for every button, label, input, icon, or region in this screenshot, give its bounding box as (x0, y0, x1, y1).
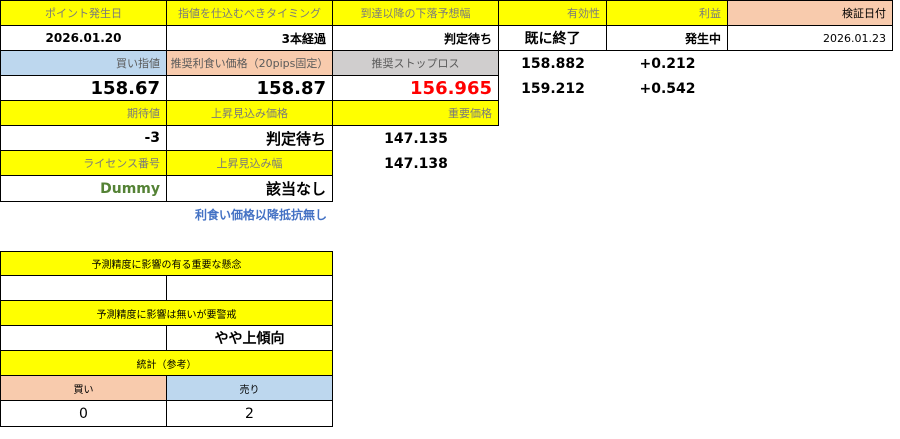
stop-loss-cell[interactable]: 156.965 (333, 76, 499, 101)
diff-a-1-cell[interactable]: +0.212 (607, 51, 728, 76)
upside-range-cell[interactable]: 該当なし (167, 176, 333, 202)
price-a-1: 158.882 (521, 55, 585, 72)
point-date-cell[interactable]: 2026.01.20 (0, 26, 167, 51)
take-profit-label: 推奨利食い価格（20pips固定） (170, 57, 329, 70)
concern-header[interactable]: 予測精度に影響の有る重要な懸念 (0, 251, 333, 276)
diff-a-2-cell[interactable]: +0.542 (607, 76, 728, 101)
header-timing-label: 指値を仕込むべきタイミング (178, 7, 321, 20)
upside-price-cell[interactable]: 判定待ち (167, 126, 333, 151)
stop-loss-label-cell[interactable]: 推奨ストップロス (333, 51, 499, 76)
upside-range-label: 上昇見込み幅 (216, 157, 283, 170)
header-validity-label: 有効性 (567, 7, 600, 20)
take-profit-value: 158.87 (256, 77, 326, 99)
header-drop-forecast-label: 到達以降の下落予想幅 (360, 7, 471, 20)
stop-loss-label: 推奨ストップロス (371, 57, 460, 70)
header-drop-forecast[interactable]: 到達以降の下落予想幅 (333, 0, 499, 26)
header-profit-label: 利益 (699, 7, 721, 20)
key-price-1: 147.135 (384, 130, 448, 147)
header-point-date[interactable]: ポイント発生日 (0, 0, 167, 26)
diff-a-2: +0.542 (639, 80, 696, 97)
caution-header[interactable]: 予測精度に影響は無いが要警戒 (0, 301, 333, 326)
header-point-date-label: ポイント発生日 (45, 7, 122, 20)
expected-value-label: 期待値 (127, 107, 160, 120)
concern-cell-right[interactable] (167, 276, 333, 301)
buy-limit-cell[interactable]: 158.67 (0, 76, 167, 101)
upside-range-value: 該当なし (265, 180, 326, 198)
license-cell[interactable]: Dummy (0, 176, 167, 202)
point-date-value: 2026.01.20 (45, 31, 122, 45)
stats-buy-count-cell[interactable]: 0 (0, 401, 167, 427)
validity-value: 既に終了 (524, 31, 581, 47)
upside-price-value: 判定待ち (265, 129, 326, 148)
resistance-note-text: 利食い価格以降抵抗無し (194, 208, 327, 222)
stop-loss-value: 156.965 (410, 77, 492, 99)
expected-value-cell[interactable]: -3 (0, 126, 167, 151)
license-value: Dummy (100, 180, 160, 197)
stats-buy-count: 0 (79, 405, 88, 422)
key-price-1-cell[interactable]: 147.135 (333, 126, 499, 151)
buy-limit-label: 買い指値 (116, 57, 160, 70)
header-timing[interactable]: 指値を仕込むべきタイミング (167, 0, 333, 26)
expected-value: -3 (144, 130, 160, 146)
stats-sell-label-cell[interactable]: 売り (167, 376, 333, 401)
validity-cell[interactable]: 既に終了 (499, 26, 607, 51)
verify-date-value: 2026.01.23 (823, 31, 886, 45)
resistance-note: 利食い価格以降抵抗無し (167, 202, 333, 227)
stats-buy-label: 買い (73, 384, 94, 396)
license-label-cell[interactable]: ライセンス番号 (0, 151, 167, 176)
key-price-2: 147.138 (384, 155, 448, 172)
diff-a-1: +0.212 (639, 55, 696, 72)
caution-value: やや上傾向 (214, 331, 285, 347)
price-a-2-cell[interactable]: 159.212 (499, 76, 607, 101)
key-price-label: 重要価格 (448, 107, 492, 120)
key-price-2-cell[interactable]: 147.138 (333, 151, 499, 176)
stats-sell-count-cell[interactable]: 2 (167, 401, 333, 427)
take-profit-label-cell[interactable]: 推奨利食い価格（20pips固定） (167, 51, 333, 76)
license-label: ライセンス番号 (83, 157, 160, 170)
concern-cell-left[interactable] (0, 276, 167, 301)
profit-value: 発生中 (684, 31, 721, 46)
concern-header-label: 予測精度に影響の有る重要な懸念 (91, 260, 242, 271)
caution-cell-left[interactable] (0, 326, 167, 351)
price-a-2: 159.212 (521, 80, 585, 97)
timing-value: 3本経過 (281, 31, 326, 46)
upside-price-label-cell[interactable]: 上昇見込み価格 (167, 101, 333, 126)
header-verify-date-label: 検証日付 (842, 7, 886, 20)
caution-header-label: 予測精度に影響は無いが要警戒 (96, 309, 237, 321)
header-verify-date[interactable]: 検証日付 (728, 0, 893, 26)
buy-limit-value: 158.67 (90, 77, 160, 99)
take-profit-cell[interactable]: 158.87 (167, 76, 333, 101)
timing-cell[interactable]: 3本経過 (167, 26, 333, 51)
forecast-value: 判定待ち (443, 31, 492, 46)
stats-buy-label-cell[interactable]: 買い (0, 376, 167, 401)
stats-header[interactable]: 統計（参考） (0, 351, 333, 376)
header-validity[interactable]: 有効性 (499, 0, 607, 26)
stats-header-label: 統計（参考） (136, 359, 197, 371)
caution-cell-right[interactable]: やや上傾向 (167, 326, 333, 351)
upside-price-label: 上昇見込み価格 (211, 107, 288, 120)
profit-cell[interactable]: 発生中 (607, 26, 728, 51)
expected-value-label-cell[interactable]: 期待値 (0, 101, 167, 126)
verify-date-cell[interactable]: 2026.01.23 (728, 26, 893, 51)
upside-range-label-cell[interactable]: 上昇見込み幅 (167, 151, 333, 176)
key-price-label-cell[interactable]: 重要価格 (333, 101, 499, 126)
header-profit[interactable]: 利益 (607, 0, 728, 26)
stats-sell-count: 2 (245, 405, 254, 422)
price-a-1-cell[interactable]: 158.882 (499, 51, 607, 76)
forecast-cell[interactable]: 判定待ち (333, 26, 499, 51)
stats-sell-label: 売り (239, 384, 260, 396)
buy-limit-label-cell[interactable]: 買い指値 (0, 51, 167, 76)
